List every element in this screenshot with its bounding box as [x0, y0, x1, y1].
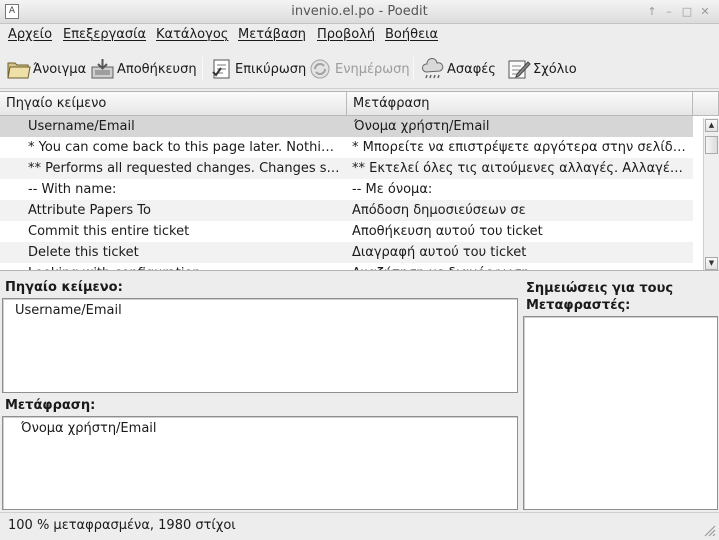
list-row[interactable]: -- With name: -- Με όνομα:: [0, 179, 693, 200]
list-scrollbar[interactable]: ▲ ▼: [703, 118, 719, 270]
minimize-icon[interactable]: –: [661, 4, 677, 20]
menu-catalog[interactable]: Κατάλογος: [156, 27, 228, 42]
row-source: Username/Email: [28, 119, 135, 134]
menu-go[interactable]: Μετάβαση: [238, 27, 306, 42]
update-icon: [310, 59, 330, 79]
resize-grip-icon[interactable]: [702, 523, 716, 537]
row-translation: ** Εκτελεί όλες τις αιτούμενες αλλαγές. …: [352, 161, 690, 176]
row-source: * You can come back to this page later. …: [28, 140, 346, 155]
list-row[interactable]: Attribute Papers To Απόδοση δημοσιεύσεων…: [0, 200, 693, 221]
comment-label: Σχόλιο: [533, 61, 577, 77]
translator-notes-label-line1: Σημειώσεις για τους: [526, 281, 674, 296]
row-translation: Διαγραφή αυτού του ticket: [352, 245, 527, 260]
row-source: -- With name:: [28, 182, 117, 197]
fuzzy-button[interactable]: Ασαφές: [421, 55, 496, 83]
source-text: Username/Email: [15, 303, 122, 318]
update-button[interactable]: Ενημέρωση: [309, 55, 410, 83]
menu-help[interactable]: Βοήθεια: [385, 27, 438, 42]
validate-label: Επικύρωση: [235, 61, 307, 77]
list-row[interactable]: * You can come back to this page later. …: [0, 137, 693, 158]
update-label: Ενημέρωση: [335, 61, 410, 77]
row-source: Delete this ticket: [28, 245, 139, 260]
open-button[interactable]: Άνοιγμα: [7, 55, 86, 83]
save-icon: [91, 59, 114, 79]
translation-list[interactable]: Πηγαίο κείμενο Μετάφραση Username/Email …: [0, 91, 719, 271]
menu-view[interactable]: Προβολή: [317, 27, 375, 42]
translator-notes-box[interactable]: [523, 316, 718, 510]
open-label: Άνοιγμα: [33, 61, 87, 77]
column-header-filler: [693, 92, 719, 116]
save-label: Αποθήκευση: [117, 61, 197, 77]
scroll-down-icon[interactable]: ▼: [705, 257, 718, 270]
comment-icon: [508, 60, 531, 79]
list-row[interactable]: ** Performs all requested changes. Chang…: [0, 158, 693, 179]
column-header-source[interactable]: Πηγαίο κείμενο: [0, 92, 347, 116]
comment-button[interactable]: Σχόλιο: [507, 55, 577, 83]
validate-button[interactable]: Επικύρωση: [211, 55, 306, 83]
menu-bar: Αρχείο Επεξεργασία Κατάλογος Μετάβαση Πρ…: [0, 24, 719, 46]
translator-notes-label-line2: Μεταφραστές:: [526, 298, 631, 313]
toolbar-separator: [202, 57, 203, 81]
row-translation: * Μπορείτε να επιστρέψετε αργότερα στην …: [352, 140, 690, 155]
open-folder-icon: [7, 62, 31, 79]
close-icon[interactable]: ✕: [697, 4, 713, 20]
source-text-box[interactable]: Username/Email: [2, 298, 518, 393]
translation-text-box[interactable]: Όνομα χρήστη/Email: [2, 416, 518, 510]
translator-notes-label: Σημειώσεις για τους Μεταφραστές:: [526, 280, 716, 314]
window-title: invenio.el.po - Poedit: [291, 4, 428, 19]
row-translation: Όνομα χρήστη/Email: [354, 119, 490, 134]
list-row-selected[interactable]: Username/Email Όνομα χρήστη/Email: [0, 116, 693, 137]
status-bar: 100 % μεταφρασμένα, 1980 στίχοι: [0, 512, 719, 540]
column-header-translation[interactable]: Μετάφραση: [347, 92, 693, 116]
toolbar-separator: [413, 57, 414, 81]
translation-text: Όνομα χρήστη/Email: [21, 421, 157, 436]
row-translation: Αποθήκευση αυτού του ticket: [352, 224, 543, 239]
maximize-icon[interactable]: □: [679, 4, 695, 20]
list-row[interactable]: Delete this ticket Διαγραφή αυτού του ti…: [0, 242, 693, 263]
toolbar: Άνοιγμα Αποθήκευση Επικύρωση Ενημέρωση Α…: [0, 49, 719, 89]
list-row[interactable]: Commit this entire ticket Αποθήκευση αυτ…: [0, 221, 693, 242]
scroll-up-icon[interactable]: ▲: [705, 119, 718, 132]
row-source: ** Performs all requested changes. Chang…: [28, 161, 346, 176]
fuzzy-cloud-icon: [422, 58, 444, 79]
title-bar: A invenio.el.po - Poedit ↑ – □ ✕: [0, 0, 719, 24]
save-button[interactable]: Αποθήκευση: [91, 55, 197, 83]
row-translation: Απόδοση δημοσιεύσεων σε: [352, 203, 526, 218]
keep-above-icon[interactable]: ↑: [644, 4, 660, 20]
list-row[interactable]: Looking with configuration Αναζήτηση με …: [0, 263, 693, 270]
list-rows: Username/Email Όνομα χρήστη/Email * You …: [0, 116, 693, 270]
row-source: Looking with configuration: [0, 263, 346, 270]
validate-icon: [212, 59, 230, 79]
row-translation: -- Με όνομα:: [352, 182, 433, 197]
translation-label: Μετάφραση:: [5, 398, 96, 413]
row-source: Commit this entire ticket: [28, 224, 190, 239]
status-text: 100 % μεταφρασμένα, 1980 στίχοι: [8, 518, 236, 533]
fuzzy-label: Ασαφές: [447, 61, 496, 77]
menu-file[interactable]: Αρχείο: [8, 27, 52, 42]
row-translation: Αναζήτηση με διαμόρφωση: [350, 263, 690, 270]
source-text-label: Πηγαίο κείμενο:: [5, 280, 123, 295]
row-source: Attribute Papers To: [28, 203, 151, 218]
scroll-thumb[interactable]: [705, 136, 718, 154]
menu-edit[interactable]: Επεξεργασία: [63, 27, 146, 42]
